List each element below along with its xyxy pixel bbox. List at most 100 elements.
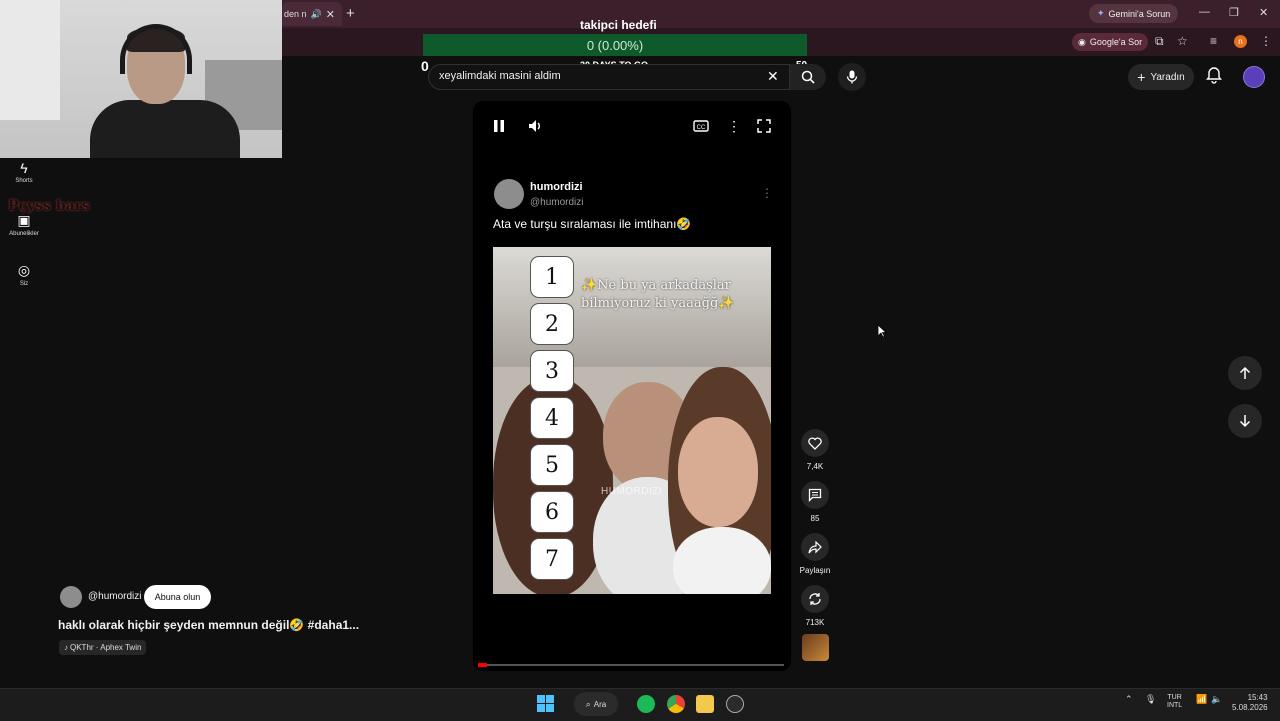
minimize-icon[interactable]: —	[1199, 6, 1210, 18]
share-button[interactable]	[801, 533, 829, 561]
remix-icon	[809, 593, 821, 605]
create-label: Yaradın	[1150, 71, 1185, 83]
remix-button[interactable]	[801, 585, 829, 613]
channel-name[interactable]: @humordizi	[88, 591, 142, 602]
short-title[interactable]: haklı olarak hiçbir şeyden memnun değil🤣…	[58, 618, 359, 632]
notifications-button[interactable]	[1206, 66, 1222, 89]
gemini-button[interactable]: ✦ Gemini'a Sorun	[1089, 4, 1179, 23]
voice-search-button[interactable]	[838, 63, 866, 91]
browser-tab[interactable]: den n 🔊 ✕	[282, 2, 342, 26]
more-options-icon[interactable]: ⋮	[727, 118, 741, 135]
channel-avatar[interactable]	[60, 586, 82, 608]
lang-bottom: INTL	[1167, 702, 1183, 710]
webcam-wall	[0, 0, 60, 120]
goal-progress-text: 0 (0.00%)	[586, 37, 644, 53]
rank-badge: 6	[531, 492, 573, 532]
microphone-icon	[846, 70, 858, 84]
post-author-handle: @humordizi	[530, 197, 584, 208]
browser-profile-avatar[interactable]: n	[1234, 35, 1247, 48]
mouse-cursor-icon	[877, 324, 888, 343]
sidebar-item-shorts[interactable]: ϟ Shorts	[4, 160, 44, 184]
taskbar-search-label: Ara	[593, 699, 607, 709]
you-icon: ◎	[17, 262, 31, 278]
close-tab-icon[interactable]: ✕	[326, 8, 335, 21]
gemini-star-icon: ✦	[1097, 8, 1105, 18]
photo-overlay-text: ✨Ne bu ya arkadaşlar bilmiyoruz ki yaaağ…	[581, 278, 735, 311]
pause-button[interactable]	[492, 119, 506, 138]
volume-button[interactable]	[528, 119, 544, 138]
goal-title: takipci hedefi	[580, 18, 657, 32]
gemini-label: Gemini'a Sorun	[1108, 8, 1171, 19]
search-icon: ⌕	[585, 698, 591, 709]
tray-chevron-icon[interactable]: ⌃	[1125, 694, 1133, 705]
sidebar-item-subscriptions[interactable]: ▣ Abunelikler	[4, 212, 44, 237]
search-button[interactable]	[790, 64, 826, 90]
captions-button[interactable]: CC	[693, 119, 709, 138]
svg-text:CC: CC	[697, 125, 706, 131]
sidebar-item-label: Shorts	[15, 178, 33, 184]
arrow-down-icon	[1239, 415, 1251, 428]
install-app-icon[interactable]: ⧉	[1155, 34, 1164, 49]
sidebar-item-you[interactable]: ◎ Siz	[4, 262, 44, 287]
person-right-face	[678, 417, 758, 527]
share-label: Paylaşın	[799, 566, 831, 575]
previous-short-button[interactable]	[1228, 356, 1262, 390]
rank-badge: 2	[531, 304, 573, 344]
app-icon[interactable]	[726, 695, 744, 713]
wifi-icon[interactable]: 📶	[1196, 694, 1207, 705]
close-window-icon[interactable]: ✕	[1259, 6, 1268, 19]
restore-icon[interactable]: ❐	[1229, 6, 1239, 19]
speaker-icon[interactable]: 🔈	[1211, 694, 1222, 705]
comment-icon	[808, 488, 822, 502]
speaker-icon: 🔊	[310, 8, 322, 19]
account-avatar[interactable]	[1243, 66, 1265, 88]
music-chip[interactable]: ♪ QKThr · Aphex Twin	[59, 640, 147, 655]
taskbar-search[interactable]: ⌕ Ara	[574, 692, 618, 716]
subscriptions-icon: ▣	[17, 212, 31, 228]
media-controls-icon[interactable]: ≡	[1210, 34, 1217, 48]
rank-badge: 3	[531, 351, 573, 391]
lens-icon: ◉	[1078, 36, 1086, 47]
post-photo: ✨Ne bu ya arkadaşlar bilmiyoruz ki yaaağ…	[493, 247, 771, 594]
clear-search-icon[interactable]: ✕	[767, 68, 779, 85]
search-query: xeyalimdaki masini aldim	[439, 70, 561, 82]
plus-icon: +	[1137, 69, 1146, 85]
post-author-name: humordizi	[530, 181, 583, 193]
like-count: 7,4K	[806, 462, 824, 471]
rank-badge: 7	[531, 539, 573, 579]
create-button[interactable]: + Yaradın	[1128, 64, 1194, 90]
fullscreen-icon	[757, 119, 771, 133]
like-button[interactable]	[801, 429, 829, 457]
new-tab-icon[interactable]: +	[346, 5, 355, 22]
rank-badge: 4	[531, 398, 573, 438]
comment-count: 85	[810, 514, 820, 523]
clock-date: 5.08.2026	[1232, 703, 1268, 713]
browser-menu-icon[interactable]: ⋮	[1260, 34, 1272, 48]
chrome-icon[interactable]	[667, 695, 685, 713]
playback-progress-fill	[478, 663, 487, 667]
rank-badge: 5	[531, 445, 573, 485]
google-sor-button[interactable]: ◉ Google'a Sor	[1072, 33, 1149, 51]
tray-microphone-icon[interactable]: 🎙	[1145, 694, 1156, 705]
clock[interactable]: 15:43 5.08.2026	[1232, 693, 1268, 714]
file-explorer-icon[interactable]	[696, 695, 714, 713]
next-short-button[interactable]	[1228, 404, 1262, 438]
bookmark-star-icon[interactable]: ☆	[1177, 34, 1188, 48]
input-language[interactable]: TUR INTL	[1167, 694, 1182, 711]
subscribe-button[interactable]: Abuna olun	[144, 585, 211, 609]
post-menu-icon: ⋮	[761, 186, 773, 200]
windows-start-icon[interactable]	[537, 695, 554, 712]
lang-top: TUR	[1167, 694, 1182, 701]
sound-thumbnail[interactable]	[802, 634, 829, 661]
sidebar-item-label: Siz	[19, 281, 29, 287]
music-label: QKThr · Aphex Twin	[70, 643, 142, 652]
arrow-up-icon	[1239, 366, 1251, 379]
streamer-body	[90, 100, 240, 158]
shorts-icon: ϟ	[20, 160, 28, 176]
fullscreen-button[interactable]	[757, 119, 771, 138]
search-icon	[801, 70, 815, 84]
comments-button[interactable]	[801, 481, 829, 509]
playback-progress-track[interactable]	[478, 664, 784, 666]
bell-icon	[1206, 67, 1222, 84]
spotify-icon[interactable]	[637, 695, 655, 713]
